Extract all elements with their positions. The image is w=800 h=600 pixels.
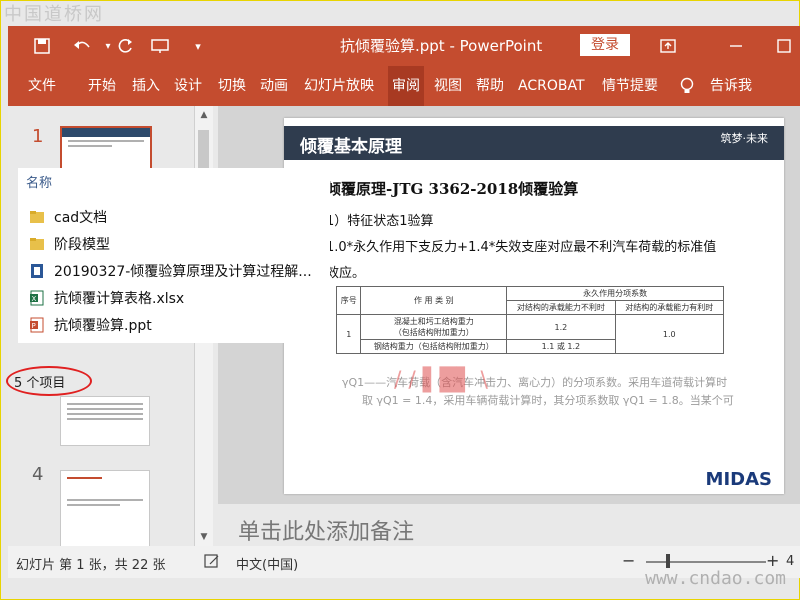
slide-text-line3: 效应。 <box>326 266 366 281</box>
redo-icon[interactable] <box>114 34 138 58</box>
watermark-top: 中国道桥网 <box>4 4 104 25</box>
list-item[interactable]: cad文档 <box>28 206 107 228</box>
scroll-up-icon[interactable]: ▲ <box>195 106 213 124</box>
zoom-level[interactable]: 4 <box>786 554 794 569</box>
minimize-icon[interactable] <box>724 34 748 58</box>
notes-placeholder[interactable]: 单击此处添加备注 <box>238 514 414 546</box>
list-item[interactable]: 阶段模型 <box>28 233 110 255</box>
table-header: 序号 <box>335 286 362 315</box>
zoom-slider-thumb[interactable] <box>666 554 670 568</box>
column-header-name[interactable]: 名称 <box>26 172 52 191</box>
tab-slideshow[interactable]: 幻灯片放映 <box>304 66 374 106</box>
slide-red-marks: / / ▌█▌ \ <box>394 368 488 393</box>
tab-review[interactable]: 审阅 <box>388 66 424 106</box>
scroll-down-icon[interactable]: ▼ <box>195 528 213 546</box>
slide-body-title: 倾覆原理-JTG 3362-2018倾覆验算 <box>326 180 579 198</box>
lightbulb-icon[interactable] <box>680 66 694 106</box>
tab-home[interactable]: 开始 <box>88 66 116 106</box>
save-icon[interactable] <box>30 34 54 58</box>
file-name: 抗倾覆验算.ppt <box>54 318 152 334</box>
table-cell: 1.2 <box>506 314 616 340</box>
ribbon-display-icon[interactable] <box>656 34 680 58</box>
table-cell: 1.0 <box>614 314 725 354</box>
ribbon-tabs: 文件 开始 插入 设计 切换 动画 幻灯片放映 审阅 视图 帮助 ACROBAT… <box>8 66 800 106</box>
table-cell: 1.1 或 1.2 <box>506 339 616 354</box>
table-cell: 1 <box>335 314 362 354</box>
svg-text:P: P <box>32 322 36 330</box>
tab-insert[interactable]: 插入 <box>132 66 160 106</box>
title-bar: ▾ ▾ 抗倾覆验算.ppt - PowerPoint 登录 <box>8 26 800 66</box>
list-item[interactable]: P 抗倾覆验算.ppt <box>28 314 152 336</box>
customize-icon[interactable]: ▾ <box>186 34 210 58</box>
table-header: 永久作用分项系数 <box>506 286 724 301</box>
coefficient-table: 序号 作 用 类 别 永久作用分项系数 对结构的承载能力不利时 对结构的承载能力… <box>335 286 725 354</box>
table-cell: 混凝土和圬工结构重力 （包括结构附加重力） <box>360 314 508 340</box>
tab-help[interactable]: 帮助 <box>476 66 504 106</box>
file-explorer-list: 名称 cad文档 阶段模型 20190327-倾覆验算原理及计算过程解... X… <box>18 168 330 343</box>
slideshow-icon[interactable] <box>148 34 172 58</box>
midas-logo: MIDAS <box>705 469 772 490</box>
tab-storyboard[interactable]: 情节提要 <box>602 66 658 106</box>
slide-counter: 幻灯片 第 1 张，共 22 张 <box>16 558 166 573</box>
tab-view[interactable]: 视图 <box>434 66 462 106</box>
list-item[interactable]: X 抗倾覆计算表格.xlsx <box>28 287 184 309</box>
slide-thumbnail-4[interactable] <box>60 470 150 548</box>
slide-faded-text2: 取 γQ1 = 1.4，采用车辆荷载计算时，其分项系数取 γQ1 = 1.8。当… <box>362 394 734 407</box>
table-header: 对结构的承载能力有利时 <box>614 300 725 315</box>
tab-design[interactable]: 设计 <box>174 66 202 106</box>
slide-header-bar: 倾覆基本原理 筑梦·未来 <box>284 126 784 160</box>
window-title: 抗倾覆验算.ppt - PowerPoint <box>340 37 543 55</box>
svg-text:X: X <box>32 295 37 303</box>
highlight-annotation <box>6 366 92 396</box>
folder-icon <box>28 235 46 253</box>
word-doc-icon <box>28 262 46 280</box>
notes-pane[interactable]: 单击此处添加备注 <box>218 504 800 546</box>
tell-me-box[interactable]: 告诉我 <box>710 66 752 106</box>
slide-header-title: 倾覆基本原理 <box>300 137 402 157</box>
slide-thumbnail-3[interactable] <box>60 396 150 446</box>
file-name: 抗倾覆计算表格.xlsx <box>54 291 185 307</box>
slide-logo: 筑梦·未来 <box>720 132 769 145</box>
excel-icon: X <box>28 289 46 307</box>
slide-number-4: 4 <box>32 464 44 485</box>
tab-transitions[interactable]: 切换 <box>218 66 246 106</box>
file-name: 阶段模型 <box>54 237 110 253</box>
slide-number-1: 1 <box>32 126 44 147</box>
zoom-out-button[interactable]: − <box>622 551 635 570</box>
table-header: 作 用 类 别 <box>360 286 508 315</box>
maximize-icon[interactable] <box>772 34 796 58</box>
list-item[interactable]: 20190327-倾覆验算原理及计算过程解... <box>28 260 312 282</box>
login-button[interactable]: 登录 <box>580 34 630 56</box>
table-header: 对结构的承载能力不利时 <box>506 300 616 315</box>
powerpoint-icon: P <box>28 316 46 334</box>
table-cell: 钢结构重力（包括结构附加重力） <box>360 339 508 354</box>
language-indicator[interactable]: 中文(中国) <box>236 554 298 573</box>
slide-text-line2: 1.0*永久作用下支反力+1.4*失效支座对应最不利汽车荷载的标准值 <box>326 240 717 255</box>
current-slide[interactable]: 倾覆基本原理 筑梦·未来 倾覆原理-JTG 3362-2018倾覆验算 1）特征… <box>284 118 784 494</box>
tab-acrobat[interactable]: ACROBAT <box>518 66 585 106</box>
tab-file[interactable]: 文件 <box>28 66 56 106</box>
folder-icon <box>28 208 46 226</box>
notes-toggle-icon[interactable] <box>204 554 220 572</box>
slide-text-line1: 1）特征状态1验算 <box>326 214 434 229</box>
file-name: cad文档 <box>54 210 108 226</box>
tab-animations[interactable]: 动画 <box>260 66 288 106</box>
undo-icon[interactable] <box>70 34 94 58</box>
zoom-slider[interactable] <box>646 561 766 563</box>
watermark-bottom: www.cndao.com <box>645 568 786 589</box>
file-name: 20190327-倾覆验算原理及计算过程解... <box>54 264 312 280</box>
